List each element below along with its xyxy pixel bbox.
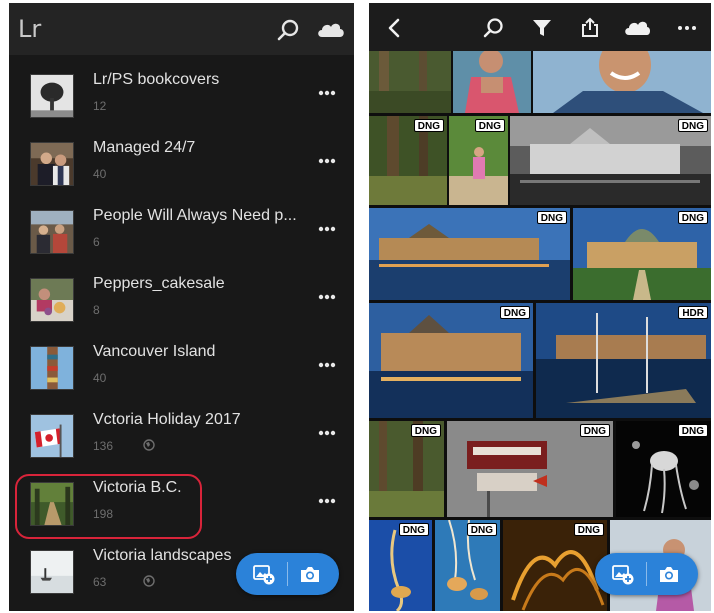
album-name: Peppers_cakesale (93, 275, 225, 292)
album-name: Vancouver Island (93, 343, 216, 360)
album-thumbnail (30, 278, 74, 322)
more-icon[interactable] (675, 16, 699, 40)
photo-thumbnail[interactable]: DNG (573, 208, 711, 300)
dng-badge: DNG (474, 119, 505, 132)
dng-badge: DNG (677, 119, 708, 132)
camera-icon[interactable] (298, 562, 322, 586)
shared-globe-icon (143, 439, 155, 451)
camera-icon[interactable] (657, 562, 681, 586)
more-icon[interactable] (318, 362, 336, 368)
lightroom-logo: Lr (18, 15, 42, 43)
back-icon[interactable] (383, 16, 407, 40)
album-row[interactable]: Peppers_cakesale 8 (9, 265, 354, 333)
album-row[interactable]: Lr/PS bookcovers 12 (9, 61, 354, 129)
album-row[interactable]: Vancouver Island 40 (9, 333, 354, 401)
album-highlight-ring (15, 474, 202, 539)
photo-thumbnail[interactable]: DNG (435, 520, 500, 611)
photo-grid-screen: DNG DNG DNG DNG DNG DNG HDR DNG DNG DNG … (369, 3, 711, 611)
photo-thumbnail[interactable] (453, 51, 531, 113)
photo-thumbnail[interactable] (369, 51, 451, 113)
pill-divider (646, 562, 647, 586)
album-count: 136 (93, 439, 114, 453)
more-icon[interactable] (318, 430, 336, 436)
cloud-icon[interactable] (316, 17, 346, 43)
dng-badge: DNG (573, 523, 604, 536)
search-icon[interactable] (482, 16, 506, 40)
album-thumbnail (30, 74, 74, 118)
album-name: Lr/PS bookcovers (93, 71, 220, 88)
photo-thumbnail[interactable]: DNG (503, 520, 607, 611)
photo-thumbnail[interactable]: DNG (449, 116, 508, 205)
cloud-icon[interactable] (623, 16, 651, 40)
add-photos-icon[interactable] (611, 562, 635, 586)
shared-globe-icon (143, 575, 155, 587)
album-count: 63 (93, 575, 107, 589)
dng-badge: DNG (499, 306, 530, 319)
more-icon[interactable] (318, 90, 336, 96)
add-photos-pill (236, 553, 339, 595)
album-name: Vctoria Holiday 2017 (93, 411, 241, 428)
album-name: People Will Always Need p... (93, 207, 297, 224)
photo-thumbnail[interactable]: DNG (369, 208, 570, 300)
dng-badge: DNG (410, 424, 441, 437)
filter-icon[interactable] (530, 16, 554, 40)
more-icon[interactable] (318, 498, 336, 504)
search-icon[interactable] (276, 17, 302, 43)
album-count: 6 (93, 235, 100, 249)
dng-badge: DNG (413, 119, 444, 132)
dng-badge: DNG (677, 424, 708, 437)
album-count: 12 (93, 99, 107, 113)
photo-thumbnail[interactable]: DNG (369, 421, 444, 517)
photo-thumbnail[interactable]: DNG (616, 421, 711, 517)
more-icon[interactable] (318, 294, 336, 300)
photo-thumbnail[interactable]: DNG (447, 421, 613, 517)
dng-badge: DNG (466, 523, 497, 536)
photo-thumbnail[interactable]: DNG (369, 303, 533, 418)
pill-divider (287, 562, 288, 586)
share-icon[interactable] (578, 16, 602, 40)
dng-badge: DNG (677, 211, 708, 224)
add-photos-pill (595, 553, 698, 595)
album-thumbnail (30, 346, 74, 390)
photo-thumbnail[interactable]: DNG (369, 520, 432, 611)
photo-thumbnail[interactable] (533, 51, 711, 113)
album-count: 40 (93, 371, 107, 385)
album-thumbnail (30, 210, 74, 254)
album-row[interactable]: Vctoria Holiday 2017 136 (9, 401, 354, 469)
photo-thumbnail[interactable]: DNG (510, 116, 711, 205)
dng-badge: DNG (398, 523, 429, 536)
photo-thumbnail[interactable]: HDR (536, 303, 711, 418)
album-thumbnail (30, 142, 74, 186)
more-icon[interactable] (318, 226, 336, 232)
app-header: Lr (9, 3, 354, 55)
album-row[interactable]: Managed 24/7 40 (9, 129, 354, 197)
album-row[interactable]: People Will Always Need p... 6 (9, 197, 354, 265)
dng-badge: DNG (579, 424, 610, 437)
album-name: Managed 24/7 (93, 139, 196, 156)
album-thumbnail (30, 414, 74, 458)
grid-toolbar (369, 3, 711, 51)
album-count: 40 (93, 167, 107, 181)
photo-thumbnail[interactable]: DNG (369, 116, 447, 205)
album-count: 8 (93, 303, 100, 317)
more-icon[interactable] (318, 158, 336, 164)
album-thumbnail (30, 550, 74, 594)
hdr-badge: HDR (678, 306, 708, 319)
add-photos-icon[interactable] (252, 562, 276, 586)
dng-badge: DNG (536, 211, 567, 224)
